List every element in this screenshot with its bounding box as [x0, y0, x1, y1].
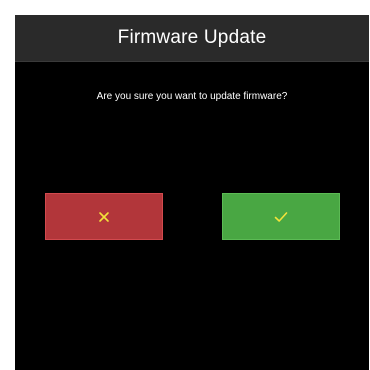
confirm-button[interactable] — [222, 193, 340, 240]
confirmation-message: Are you sure you want to update firmware… — [96, 91, 288, 102]
check-icon — [274, 211, 288, 223]
dialog-title: Firmware Update — [117, 27, 267, 48]
cancel-button[interactable] — [45, 193, 163, 240]
title-bar: Firmware Update — [15, 15, 369, 62]
firmware-update-screen: Firmware Update Are you sure you want to… — [15, 15, 369, 370]
close-icon — [98, 211, 110, 223]
